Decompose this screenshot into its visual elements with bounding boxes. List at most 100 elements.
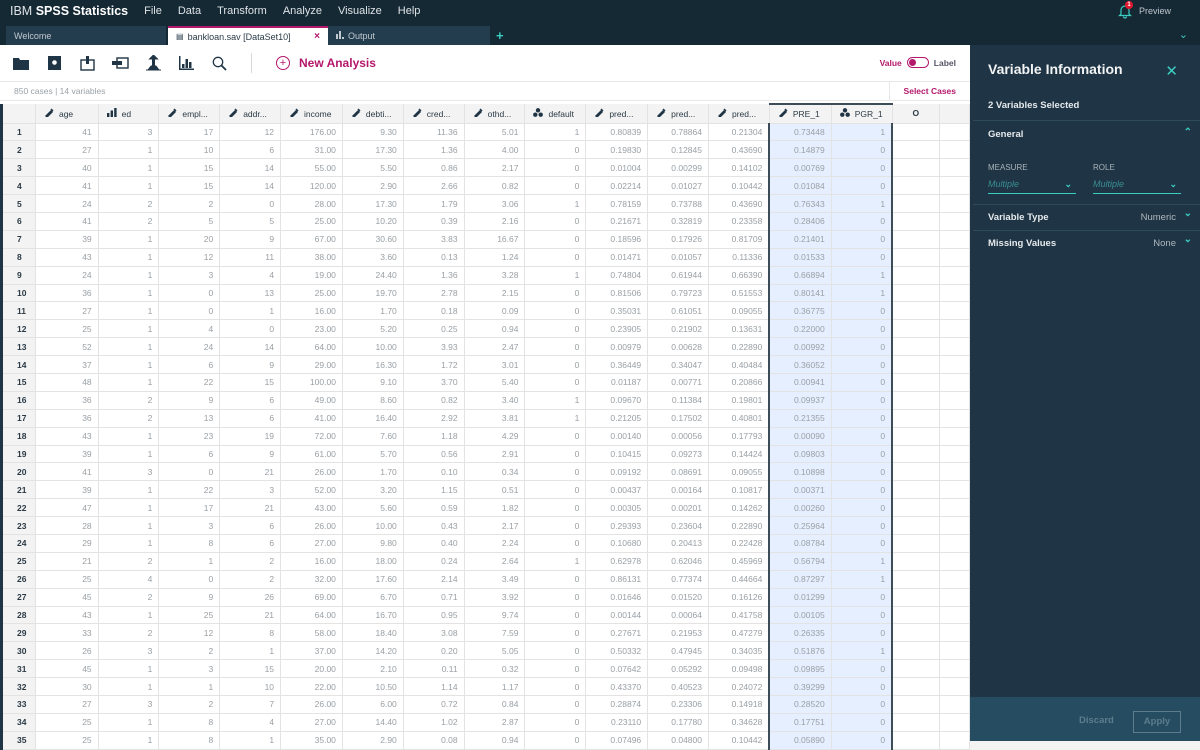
empty-cell[interactable] xyxy=(939,534,970,553)
close-icon[interactable]: ✕ xyxy=(1165,62,1178,80)
empty-cell[interactable] xyxy=(892,641,941,661)
data-cell[interactable]: 6 xyxy=(219,140,282,160)
chevron-down-icon[interactable]: ⌄ xyxy=(1184,208,1192,219)
data-cell[interactable]: 13 xyxy=(158,409,221,428)
data-cell[interactable]: 0.28520 xyxy=(768,695,832,714)
column-header-empl[interactable]: empl... xyxy=(158,104,221,124)
data-cell[interactable]: 12 xyxy=(158,623,221,643)
empty-cell[interactable] xyxy=(939,123,970,142)
empty-cell[interactable] xyxy=(939,230,970,249)
toggle-switch[interactable] xyxy=(906,57,929,68)
empty-cell[interactable] xyxy=(939,623,970,643)
data-cell[interactable]: 25 xyxy=(35,731,99,750)
data-cell[interactable]: 0 xyxy=(831,677,894,696)
data-cell[interactable]: 30.60 xyxy=(342,230,404,249)
data-cell[interactable]: 19.70 xyxy=(342,284,404,303)
empty-cell[interactable] xyxy=(892,194,941,213)
data-cell[interactable]: 43.00 xyxy=(280,498,343,518)
data-cell[interactable]: 0.10817 xyxy=(708,480,770,500)
data-cell[interactable]: 10.00 xyxy=(342,337,404,357)
data-cell[interactable]: 24 xyxy=(158,337,221,357)
row-number[interactable]: 32 xyxy=(0,677,36,696)
row-number[interactable]: 31 xyxy=(0,659,36,679)
data-cell[interactable]: 0 xyxy=(219,319,282,339)
data-cell[interactable]: 3 xyxy=(98,695,160,714)
data-cell[interactable]: 1.82 xyxy=(464,498,526,518)
export-icon[interactable] xyxy=(109,54,131,72)
data-cell[interactable]: 3.08 xyxy=(403,623,465,643)
data-cell[interactable]: 1.70 xyxy=(342,301,404,321)
data-cell[interactable]: 0.20 xyxy=(403,641,465,661)
empty-cell[interactable] xyxy=(892,248,941,267)
data-cell[interactable]: 0.47945 xyxy=(647,641,709,661)
data-cell[interactable]: 0.10442 xyxy=(708,176,770,196)
data-cell[interactable]: 27.00 xyxy=(280,713,343,732)
data-cell[interactable]: 0.77374 xyxy=(647,570,709,589)
empty-cell[interactable] xyxy=(939,570,970,589)
data-cell[interactable]: 1 xyxy=(524,391,587,410)
row-number[interactable]: 19 xyxy=(0,445,36,464)
notifications-button[interactable]: 1 Preview xyxy=(1118,1,1176,20)
data-cell[interactable]: 100.00 xyxy=(280,373,343,392)
data-cell[interactable]: 47 xyxy=(35,498,99,518)
empty-cell[interactable] xyxy=(892,480,941,500)
column-header-pred[interactable]: pred... xyxy=(708,104,770,124)
data-cell[interactable]: 0.79723 xyxy=(647,284,709,303)
data-cell[interactable]: 0.36052 xyxy=(768,355,832,374)
empty-cell[interactable] xyxy=(892,731,941,750)
data-cell[interactable]: 0.81506 xyxy=(585,284,649,303)
data-cell[interactable]: 2 xyxy=(158,695,221,714)
data-cell[interactable]: 0 xyxy=(524,301,587,321)
data-cell[interactable]: 0.23306 xyxy=(647,695,709,714)
data-cell[interactable]: 16.70 xyxy=(342,606,404,625)
empty-cell[interactable] xyxy=(892,266,941,285)
row-number[interactable]: 14 xyxy=(0,355,36,374)
tab-output[interactable]: Output xyxy=(328,26,490,45)
data-cell[interactable]: 0.43690 xyxy=(708,140,770,160)
data-cell[interactable]: 0.34628 xyxy=(708,713,770,732)
data-cell[interactable]: 1 xyxy=(98,266,160,285)
column-header-pred[interactable]: pred... xyxy=(647,104,709,124)
data-cell[interactable]: 5.60 xyxy=(342,498,404,518)
data-cell[interactable]: 19 xyxy=(219,427,282,446)
data-cell[interactable]: 1 xyxy=(98,516,160,535)
data-cell[interactable]: 1.72 xyxy=(403,355,465,374)
data-cell[interactable]: 0.66390 xyxy=(708,266,770,285)
data-cell[interactable]: 2 xyxy=(98,588,160,607)
empty-cell[interactable] xyxy=(892,409,941,428)
data-cell[interactable]: 20 xyxy=(158,230,221,249)
data-cell[interactable]: 2 xyxy=(158,194,221,213)
data-cell[interactable]: 1 xyxy=(524,409,587,428)
data-cell[interactable]: 0.94 xyxy=(464,319,526,339)
data-cell[interactable]: 0 xyxy=(831,516,894,535)
data-cell[interactable]: 0.27671 xyxy=(585,623,649,643)
data-cell[interactable]: 0.95 xyxy=(403,606,465,625)
data-cell[interactable]: 0.34 xyxy=(464,462,526,482)
data-cell[interactable]: 4.29 xyxy=(464,427,526,446)
data-cell[interactable]: 0 xyxy=(831,623,894,643)
data-cell[interactable]: 0.11336 xyxy=(708,248,770,267)
empty-cell[interactable] xyxy=(892,301,941,321)
data-cell[interactable]: 2.15 xyxy=(464,284,526,303)
empty-cell[interactable] xyxy=(939,284,970,303)
data-cell[interactable]: 27 xyxy=(35,695,99,714)
data-cell[interactable]: 0.41758 xyxy=(708,606,770,625)
data-cell[interactable]: 1.02 xyxy=(403,713,465,732)
data-cell[interactable]: 1.17 xyxy=(464,677,526,696)
data-cell[interactable]: 43 xyxy=(35,606,99,625)
data-cell[interactable]: 0.09055 xyxy=(708,462,770,482)
data-cell[interactable]: 1 xyxy=(98,445,160,464)
data-cell[interactable]: 3.40 xyxy=(464,391,526,410)
data-cell[interactable]: 43 xyxy=(35,427,99,446)
column-header-addr[interactable]: addr... xyxy=(219,104,282,124)
data-cell[interactable]: 0.84 xyxy=(464,695,526,714)
data-cell[interactable]: 41 xyxy=(35,123,99,142)
data-cell[interactable]: 0.40 xyxy=(403,534,465,553)
data-cell[interactable]: 0.74804 xyxy=(585,266,649,285)
data-cell[interactable]: 0 xyxy=(831,248,894,267)
data-cell[interactable]: 3.06 xyxy=(464,194,526,213)
data-cell[interactable]: 43 xyxy=(35,248,99,267)
data-cell[interactable]: 0.36449 xyxy=(585,355,649,374)
data-cell[interactable]: 13 xyxy=(219,284,282,303)
empty-cell[interactable] xyxy=(892,158,941,178)
